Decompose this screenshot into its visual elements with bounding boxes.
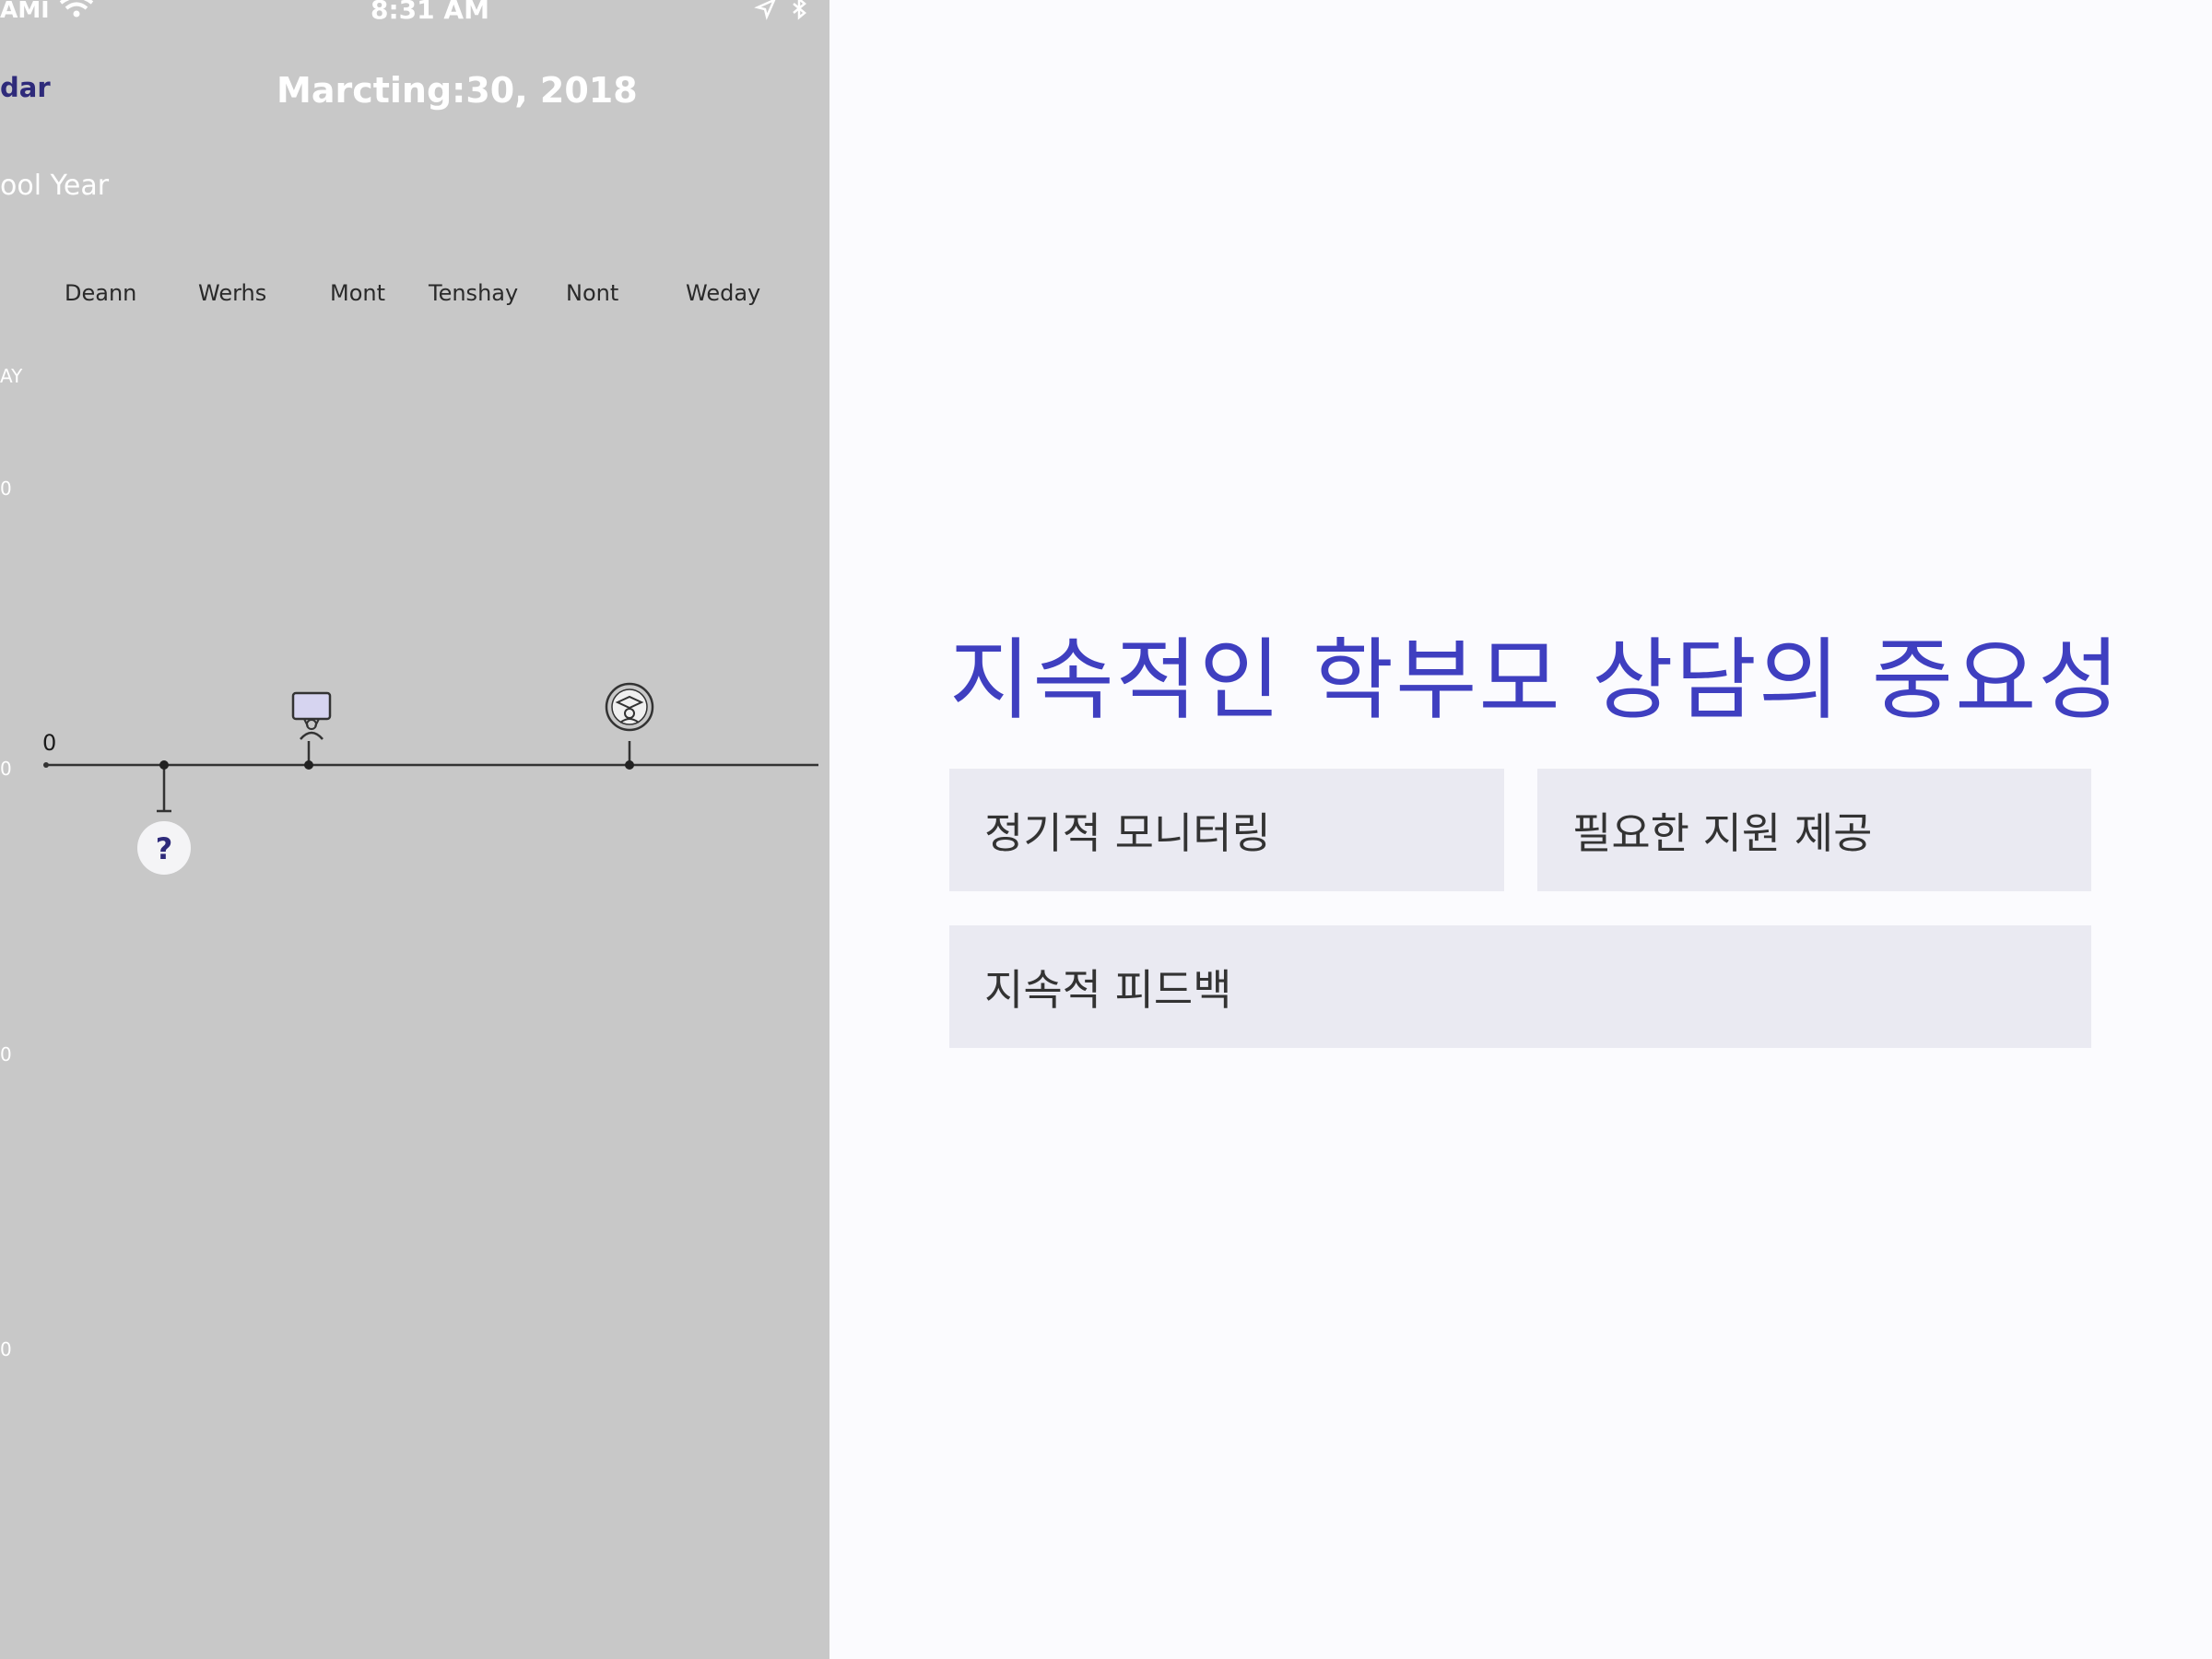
card-support-provision: 필요한 지원 제공: [1537, 769, 2091, 891]
help-marker-label: ?: [156, 831, 173, 866]
day-header[interactable]: Werhs: [198, 280, 266, 306]
help-marker-button[interactable]: ?: [137, 821, 191, 875]
card-regular-monitoring: 정기적 모니터링: [949, 769, 1504, 891]
phone-screenshot: AMI 8:31 AM dar Marcting:30, 2018 ool Ye…: [0, 0, 830, 1659]
back-button[interactable]: dar: [0, 72, 51, 103]
meeting-icon[interactable]: [605, 682, 654, 732]
school-year-label[interactable]: ool Year: [0, 170, 109, 202]
carrier-label: AMI: [0, 0, 50, 23]
side-label: 0: [0, 1338, 12, 1360]
side-label: AY: [0, 365, 23, 387]
status-time: 8:31 AM: [371, 0, 489, 25]
slide-title: 지속적인 학부모 상담의 중요성: [949, 629, 2122, 732]
wifi-icon: [59, 0, 94, 24]
side-label: 0: [0, 477, 12, 500]
day-header[interactable]: Nont: [566, 280, 618, 306]
nav-title: Marcting:30, 2018: [276, 70, 638, 111]
card-continuous-feedback: 지속적 피드백: [949, 925, 2091, 1048]
day-header[interactable]: Mont: [330, 280, 385, 306]
side-label: 0: [0, 1043, 12, 1065]
screen: AMI 8:31 AM dar Marcting:30, 2018 ool Ye…: [0, 0, 2212, 1659]
location-icon: [754, 0, 776, 20]
bluetooth-icon: [793, 0, 806, 20]
day-header[interactable]: Weday: [686, 280, 760, 306]
status-bar-left: AMI: [0, 0, 94, 24]
day-header[interactable]: Tenshay: [429, 280, 518, 306]
timeline: ?: [43, 682, 818, 875]
status-bar-right: [754, 0, 811, 20]
day-header[interactable]: Deann: [65, 280, 136, 306]
slide-panel: 지속적인 학부모 상담의 중요성 정기적 모니터링 필요한 지원 제공 지속적 …: [830, 0, 2212, 1659]
presentation-icon[interactable]: [291, 691, 332, 740]
